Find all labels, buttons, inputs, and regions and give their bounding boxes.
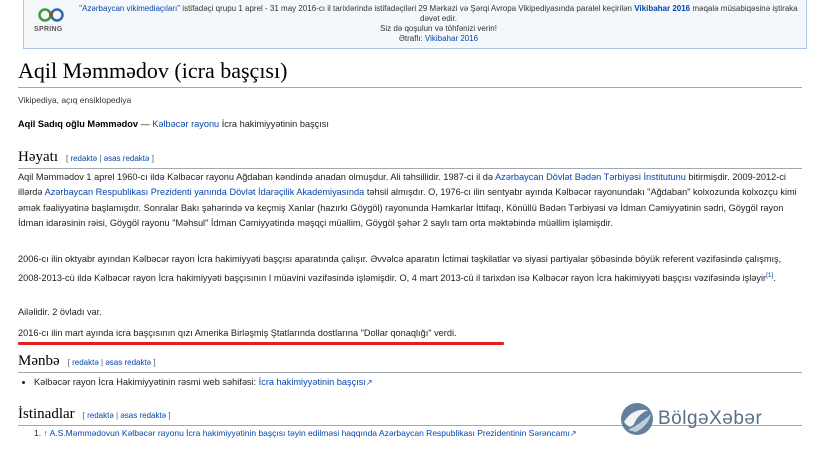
references-list: 1. ↑ A.S.Məmmədovun Kəlbəcər rayonu İcra…	[20, 428, 577, 438]
edit-link[interactable]: redaktə	[70, 154, 97, 163]
watermark-text: BölgəXəbər	[658, 408, 763, 429]
section-edit-links-menbe: [ redaktə | əsas redaktə ]	[68, 358, 156, 367]
page-title: Aqil Məmmədov (icra başçısı)	[18, 58, 288, 83]
page-tagline: Vikipediya, açıq ensiklopediya	[18, 95, 132, 105]
source-edit-link[interactable]: əsas redaktə	[104, 154, 150, 163]
lead-paragraph: Aqil Sadıq oğlu Məmmədov — Kəlbəcər rayo…	[18, 117, 803, 132]
sources-list: Kəlbəcər rayon İcra Hakimiyyətinin rəsmi…	[20, 375, 373, 390]
bio-paragraph-1: Aqil Məmmədov 1 aprel 1960-cı ildə Kəlbə…	[18, 170, 803, 232]
lead-bold-name: Aqil Sadıq oğlu Məmmədov	[18, 119, 138, 129]
list-item: Kəlbəcər rayon İcra Hakimiyyətinin rəsmi…	[34, 375, 373, 390]
edit-link[interactable]: redaktə	[87, 411, 114, 420]
banner-user-group-link[interactable]: "Azərbaycan vikimediaçıları"	[79, 4, 180, 13]
reference-number: 1.	[34, 428, 42, 438]
section-heading-heyati: Həyatı [ redaktə | əsas redaktə ]	[18, 149, 154, 166]
sitenotice-banner: SPRING "Azərbaycan vikimediaçıları" isti…	[23, 0, 807, 49]
edit-bracket-close: ]	[149, 154, 154, 163]
spring-logo-icon	[38, 8, 64, 22]
kelbecer-link[interactable]: Kəlbəcər rayonu	[152, 119, 219, 129]
bio-paragraph-3: Ailəlidir. 2 övladı var.	[18, 307, 102, 317]
list-item: 1. ↑ A.S.Məmmədovun Kəlbəcər rayonu İcra…	[34, 428, 577, 438]
section-edit-links-istinadlar: [ redaktə | əsas redaktə ]	[83, 411, 171, 420]
section-divider	[18, 168, 802, 169]
banner-more-link[interactable]: Vikibahar 2016	[423, 34, 478, 43]
highlight-underline	[18, 342, 504, 345]
edit-link[interactable]: redaktə	[72, 358, 99, 367]
title-divider	[18, 87, 802, 88]
external-link-icon: ↗	[365, 378, 373, 387]
reference-external-link[interactable]: A.S.Məmmədovun Kəlbəcər rayonu İcra haki…	[50, 428, 570, 438]
wikispring-logo[interactable]: SPRING	[32, 8, 72, 38]
banner-vikibahar-link[interactable]: Vikibahar 2016	[634, 4, 690, 13]
globe-logo-icon	[621, 403, 653, 435]
watermark: BölgəXəbər	[618, 400, 808, 440]
external-link-icon: ↗	[569, 429, 577, 438]
edit-bracket-close: ]	[166, 411, 171, 420]
lead-dash: —	[137, 119, 153, 129]
logo-text: SPRING	[34, 26, 63, 33]
back-reference-arrow[interactable]: ↑	[43, 428, 47, 438]
bio-paragraph-2: 2006-cı ilin oktyabr ayından Kəlbəcər ra…	[18, 252, 803, 287]
bio-p2-end: .	[773, 273, 776, 284]
source-edit-link[interactable]: əsas redaktə	[120, 411, 166, 420]
banner-line1-text: istifadəçi qrupu 1 aprel - 31 may 2016-c…	[180, 4, 635, 13]
lead-rest: İcra hakimiyyətinin başçısı	[219, 119, 329, 129]
section-title-istinadlar: İstinadlar	[18, 406, 75, 422]
section-title-heyati: Həyatı	[18, 149, 58, 165]
bedən-terbiyesi-link[interactable]: Azərbaycan Dövlət Bədən Tərbiyəsi İnstit…	[495, 172, 686, 182]
section-divider	[18, 372, 802, 373]
bio-p1-text-a: Aqil Məmmədov 1 aprel 1960-cı ildə Kəlbə…	[18, 172, 496, 182]
source-text: Kəlbəcər rayon İcra Hakimiyyətinin rəsmi…	[34, 377, 259, 387]
bio-p2-text: 2006-cı ilin oktyabr ayından Kəlbəcər ra…	[18, 254, 782, 284]
section-title-menbe: Mənbə	[18, 353, 60, 369]
section-heading-istinadlar: İstinadlar [ redaktə | əsas redaktə ]	[18, 406, 171, 423]
source-edit-link[interactable]: əsas redaktə	[105, 358, 151, 367]
section-heading-menbe: Mənbə [ redaktə | əsas redaktə ]	[18, 353, 156, 370]
banner-line2: Siz də qoşulun və töhfənizi verin!	[380, 24, 497, 33]
section-edit-links-heyati: [ redaktə | əsas redaktə ]	[66, 154, 154, 163]
edit-bracket-close: ]	[151, 358, 156, 367]
banner-more-label: Ətraflı:	[398, 34, 423, 43]
akademiya-link[interactable]: Azərbaycan Respublikası Prezidenti yanın…	[45, 187, 365, 197]
source-external-link[interactable]: İcra hakimiyyətinin başçısı	[259, 377, 366, 387]
banner-text: "Azərbaycan vikimediaçıları" istifadəçi …	[76, 4, 801, 44]
bio-paragraph-4: 2016-cı ilin mart ayında icra başçısının…	[18, 328, 457, 338]
